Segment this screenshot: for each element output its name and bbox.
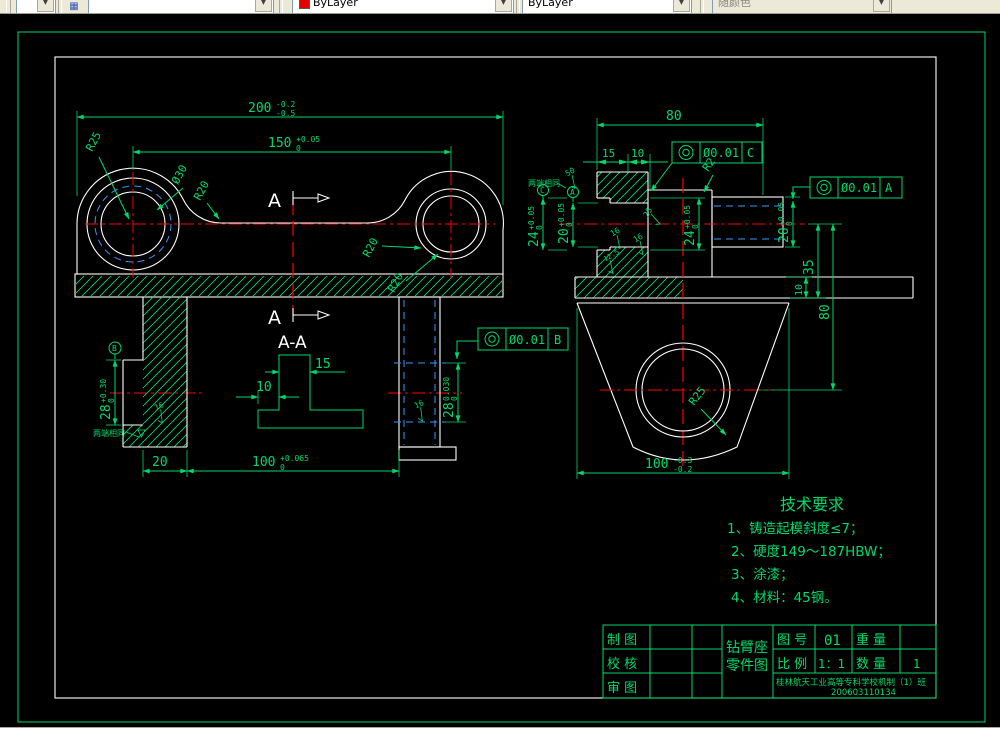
dim-24l-value: 24 bbox=[527, 231, 542, 247]
dim-35-value: 35 bbox=[802, 259, 817, 275]
toolbar-grip[interactable] bbox=[6, 0, 11, 13]
tb-drawing-no-label: 图 号 bbox=[777, 633, 807, 648]
dim-200-value: 200 bbox=[248, 101, 271, 116]
layer-select[interactable]: ▼ bbox=[88, 0, 274, 13]
dim-20r-value: 20 bbox=[777, 227, 792, 243]
linetype-select[interactable]: ByLayer ▼ bbox=[522, 0, 692, 13]
dim-80v-value: 80 bbox=[818, 304, 833, 320]
tb-scale-label: 比 例 bbox=[777, 657, 807, 672]
tech-line-2: 2、硬度149～187HBW； bbox=[731, 544, 891, 560]
chevron-down-icon[interactable]: ▼ bbox=[495, 0, 512, 12]
tb-org: 桂林航天工业高等专科学校机制（1）班 bbox=[776, 677, 926, 688]
dim-15-value: 15 bbox=[602, 147, 615, 160]
tb-draw-label: 制 图 bbox=[607, 633, 637, 648]
drawing-canvas: 200 -0.2 -0.5 150 +0.05 0 R25 Ø30 R20 R2… bbox=[0, 0, 1000, 735]
dim-100b-value: 100 bbox=[645, 457, 668, 472]
color-select[interactable]: ByLayer ▼ bbox=[292, 0, 514, 13]
dim-24c-sub: 0 bbox=[691, 224, 700, 229]
tech-line-1: 1、铸造起模斜度≤7； bbox=[727, 521, 864, 537]
plotstyle-select-value: 随颜色 bbox=[718, 0, 751, 9]
tb-drawing-no: 01 bbox=[824, 633, 841, 649]
tech-title: 技术要求 bbox=[780, 495, 844, 514]
chevron-down-icon[interactable]: ▼ bbox=[873, 0, 890, 12]
partial-combo[interactable]: ▼ bbox=[16, 0, 56, 13]
datum-a-symbol: A bbox=[570, 188, 575, 197]
tb-part-name-2: 零件图 bbox=[726, 658, 768, 674]
dim-100f-value: 100 bbox=[252, 455, 275, 470]
datum-b-symbol: B bbox=[112, 344, 117, 353]
gdt-a-datum: A bbox=[885, 181, 893, 195]
tech-line-4: 4、材料：45钢。 bbox=[731, 590, 838, 606]
dim-15-aa-value: 15 bbox=[315, 357, 331, 372]
dim-28r-value: 28 bbox=[442, 402, 457, 418]
dim-10-value: 10 bbox=[631, 147, 644, 160]
layers-button[interactable]: ▦ bbox=[62, 0, 86, 13]
toolbar-separator bbox=[700, 0, 704, 13]
tb-qty-label: 数 量 bbox=[856, 657, 886, 672]
tb-part-name-1: 钻臂座 bbox=[726, 640, 768, 656]
dim-100f-sub: 0 bbox=[280, 463, 285, 472]
command-bar[interactable] bbox=[0, 727, 1000, 735]
dim-200-sub: -0.5 bbox=[276, 109, 295, 118]
layers-icon: ▦ bbox=[69, 1, 79, 12]
dim-20r-sub: 0 bbox=[785, 221, 794, 226]
color-select-value: ByLayer bbox=[313, 0, 358, 9]
dim-20l-value: 20 bbox=[557, 228, 572, 244]
dim-150-value: 150 bbox=[268, 136, 291, 151]
dim-28l-sub: 0 bbox=[107, 398, 116, 403]
object-properties-toolbar: ▼ ▦ ▼ ByLayer ▼ ByLayer ▼ 随颜色 ▼ bbox=[0, 0, 1000, 14]
chevron-down-icon[interactable]: ▼ bbox=[673, 0, 690, 12]
gdt-a-tol: Ø0.01 bbox=[841, 181, 877, 195]
chevron-down-icon[interactable]: ▼ bbox=[255, 0, 272, 12]
dim-24c-value: 24 bbox=[683, 230, 698, 246]
linetype-select-value: ByLayer bbox=[528, 0, 573, 9]
dim-100f-sup: +0.065 bbox=[280, 454, 309, 463]
toolbar-separator bbox=[279, 0, 283, 13]
section-aa-title: A-A bbox=[278, 333, 307, 353]
tech-line-3: 3、涂漆； bbox=[731, 567, 794, 583]
tb-serial: 200603110134 bbox=[831, 688, 896, 698]
dim-100b-sub: -0.2 bbox=[673, 465, 692, 474]
dim-10-aa-value: 10 bbox=[256, 380, 272, 395]
dim-28r-sub: 0 bbox=[450, 396, 459, 401]
side-note: 两端相同 bbox=[528, 178, 560, 188]
tb-check-label: 校 核 bbox=[607, 656, 637, 672]
tb-audit-label: 审 图 bbox=[607, 681, 637, 696]
dim-200-sup: -0.2 bbox=[276, 100, 295, 109]
dim-20l-sub: 0 bbox=[565, 222, 574, 227]
section-a-bottom-label: A bbox=[268, 307, 281, 329]
tb-scale-value: 1：1 bbox=[818, 657, 845, 671]
autocad-window: 200 -0.2 -0.5 150 +0.05 0 R25 Ø30 R20 R2… bbox=[0, 0, 1000, 735]
tb-weight-label: 重 量 bbox=[856, 632, 886, 648]
color-swatch-red bbox=[299, 0, 310, 9]
dim-20-value: 20 bbox=[152, 455, 168, 470]
toolbar-separator bbox=[516, 0, 520, 13]
gdt-b-tol: Ø0.01 bbox=[509, 333, 545, 347]
dim-28l-value: 28 bbox=[99, 404, 114, 420]
plotstyle-select[interactable]: 随颜色 ▼ bbox=[712, 0, 892, 13]
dim-24l-sub: 0 bbox=[535, 225, 544, 230]
front-note: 两端相同 bbox=[93, 428, 125, 438]
tb-qty-value: 1 bbox=[913, 657, 920, 671]
gdt-b-datum: B bbox=[554, 333, 561, 347]
dim-10-plate-value: 10 bbox=[794, 284, 805, 296]
chevron-down-icon[interactable]: ▼ bbox=[37, 0, 54, 12]
dim-150-sub: 0 bbox=[296, 144, 301, 153]
dim-80-top-value: 80 bbox=[666, 109, 682, 124]
dim-150-sup: +0.05 bbox=[296, 135, 320, 144]
dim-100b-sup: -0.3 bbox=[673, 456, 692, 465]
gdt-c-datum: C bbox=[747, 146, 754, 160]
section-a-top-label: A bbox=[268, 190, 281, 212]
